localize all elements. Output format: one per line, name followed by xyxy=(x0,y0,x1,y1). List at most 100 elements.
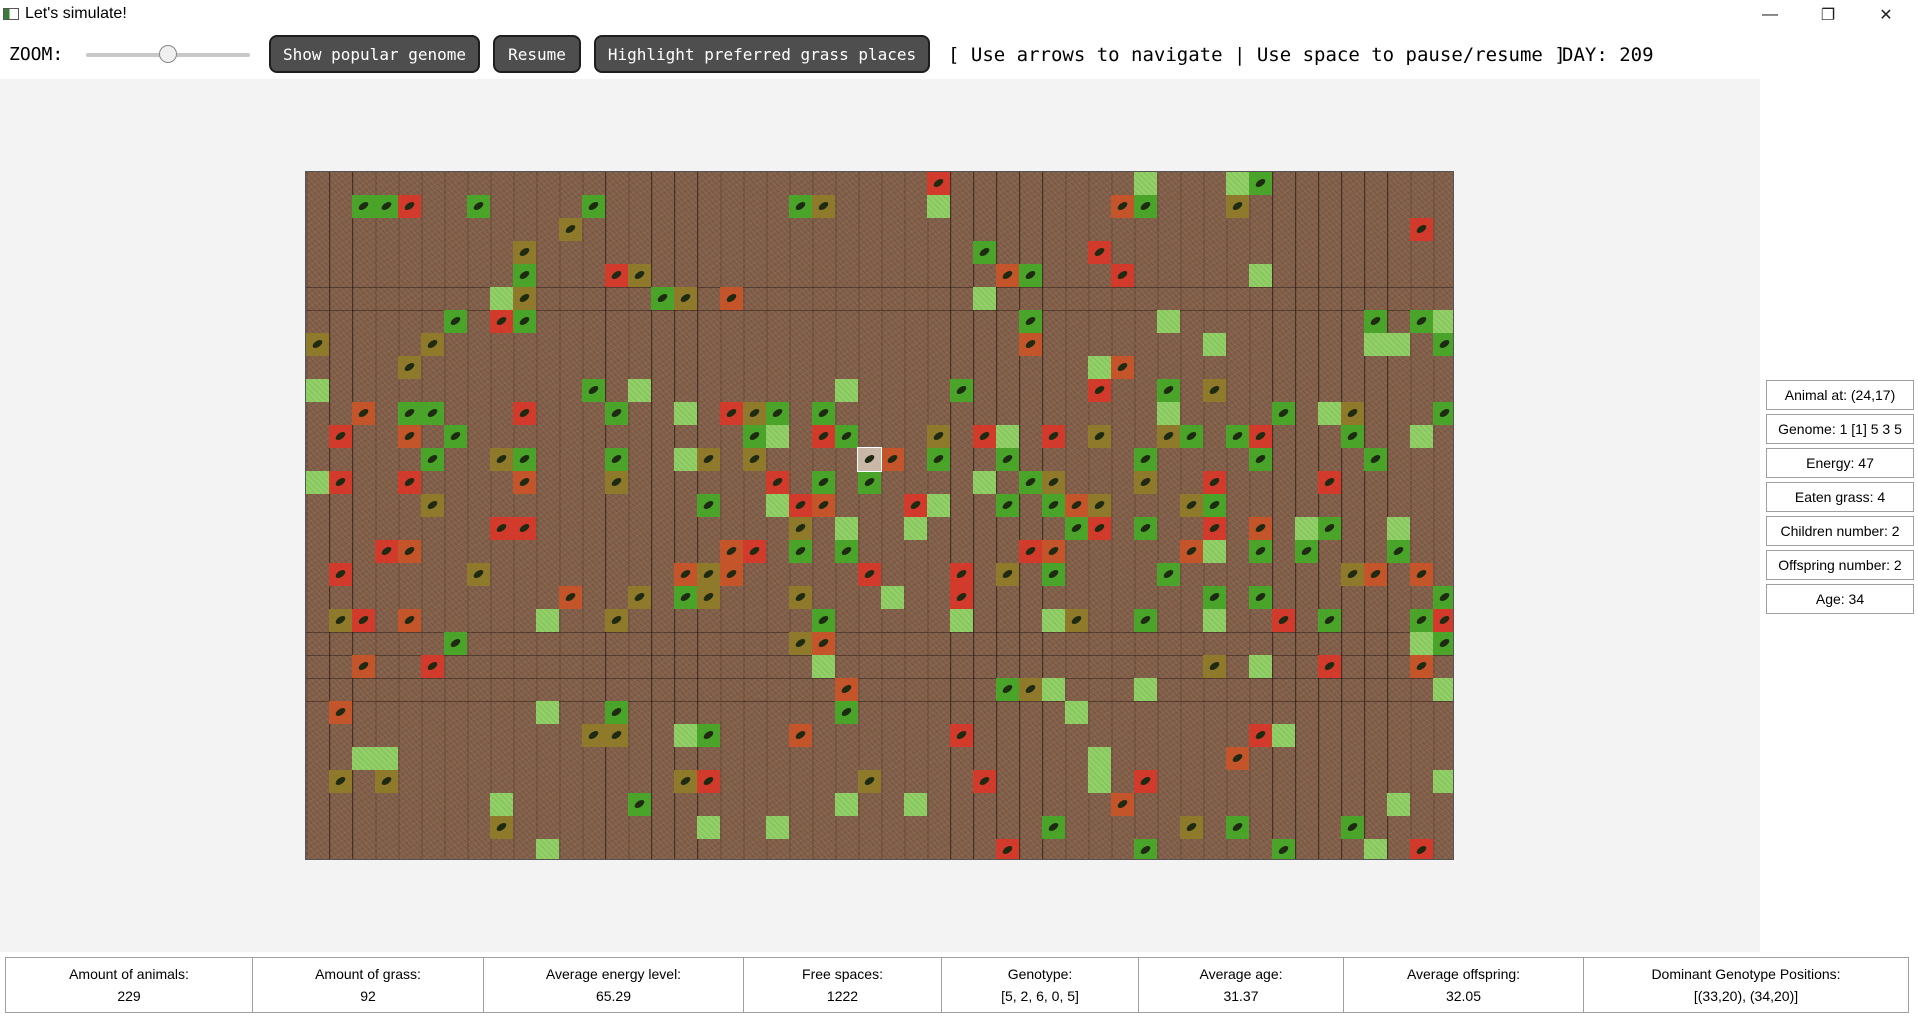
animal-cell[interactable] xyxy=(996,494,1019,517)
animal-cell[interactable] xyxy=(1249,172,1272,195)
animal-cell[interactable] xyxy=(329,609,352,632)
animal-cell[interactable] xyxy=(1203,586,1226,609)
animal-cell[interactable] xyxy=(973,770,996,793)
animal-cell[interactable] xyxy=(743,540,766,563)
zoom-slider[interactable] xyxy=(86,44,250,66)
animal-cell[interactable] xyxy=(1410,655,1433,678)
animal-cell[interactable] xyxy=(697,494,720,517)
animal-cell[interactable] xyxy=(812,494,835,517)
animal-cell[interactable] xyxy=(1272,609,1295,632)
animal-cell[interactable] xyxy=(1272,839,1295,859)
animal-cell[interactable] xyxy=(490,517,513,540)
animal-cell[interactable] xyxy=(1180,494,1203,517)
animal-cell[interactable] xyxy=(1433,402,1453,425)
animal-cell[interactable] xyxy=(789,195,812,218)
simulation-map[interactable] xyxy=(305,171,1454,860)
animal-cell[interactable] xyxy=(835,425,858,448)
zoom-slider-thumb[interactable] xyxy=(159,45,177,63)
animal-cell[interactable] xyxy=(398,356,421,379)
animal-cell[interactable] xyxy=(1272,402,1295,425)
animal-cell[interactable] xyxy=(352,655,375,678)
animal-cell[interactable] xyxy=(973,425,996,448)
animal-cell[interactable] xyxy=(1134,770,1157,793)
animal-cell[interactable] xyxy=(789,632,812,655)
animal-cell[interactable] xyxy=(1341,563,1364,586)
highlight-grass-button[interactable]: Highlight preferred grass places xyxy=(594,35,930,73)
animal-cell[interactable] xyxy=(835,540,858,563)
animal-cell[interactable] xyxy=(513,287,536,310)
animal-cell[interactable] xyxy=(996,264,1019,287)
animal-cell[interactable] xyxy=(513,241,536,264)
animal-cell[interactable] xyxy=(444,425,467,448)
animal-cell[interactable] xyxy=(490,448,513,471)
animal-cell[interactable] xyxy=(1180,816,1203,839)
animal-cell[interactable] xyxy=(421,333,444,356)
animal-cell[interactable] xyxy=(605,471,628,494)
animal-cell[interactable] xyxy=(1387,540,1410,563)
animal-cell[interactable] xyxy=(559,586,582,609)
animal-cell[interactable] xyxy=(950,586,973,609)
animal-cell[interactable] xyxy=(1203,471,1226,494)
animal-cell[interactable] xyxy=(697,724,720,747)
animal-cell[interactable] xyxy=(398,195,421,218)
animal-cell[interactable] xyxy=(996,448,1019,471)
animal-cell[interactable] xyxy=(1203,517,1226,540)
animal-cell[interactable] xyxy=(1157,425,1180,448)
animal-cell[interactable] xyxy=(329,770,352,793)
animal-cell[interactable] xyxy=(766,471,789,494)
animal-cell[interactable] xyxy=(1433,586,1453,609)
animal-cell[interactable] xyxy=(812,609,835,632)
animal-cell[interactable] xyxy=(1065,494,1088,517)
minimize-button[interactable]: — xyxy=(1741,0,1799,29)
animal-cell[interactable] xyxy=(858,563,881,586)
animal-cell[interactable] xyxy=(1019,471,1042,494)
animal-cell[interactable] xyxy=(1226,747,1249,770)
animal-cell[interactable] xyxy=(513,402,536,425)
animal-cell[interactable] xyxy=(1111,793,1134,816)
animal-cell[interactable] xyxy=(1249,425,1272,448)
animal-cell[interactable] xyxy=(1410,609,1433,632)
animal-cell[interactable] xyxy=(375,540,398,563)
animal-cell[interactable] xyxy=(1295,540,1318,563)
animal-cell[interactable] xyxy=(490,816,513,839)
animal-cell[interactable] xyxy=(1249,724,1272,747)
animal-cell[interactable] xyxy=(904,494,927,517)
animal-cell[interactable] xyxy=(950,563,973,586)
animal-cell[interactable] xyxy=(1088,494,1111,517)
animal-cell[interactable] xyxy=(1042,816,1065,839)
animal-cell[interactable] xyxy=(329,471,352,494)
animal-cell[interactable] xyxy=(973,241,996,264)
animal-cell[interactable] xyxy=(697,563,720,586)
animal-cell[interactable] xyxy=(789,517,812,540)
animal-cell[interactable] xyxy=(789,586,812,609)
animal-cell[interactable] xyxy=(1134,471,1157,494)
animal-cell[interactable] xyxy=(306,333,329,356)
animal-cell[interactable] xyxy=(375,770,398,793)
animal-cell[interactable] xyxy=(1341,816,1364,839)
animal-cell[interactable] xyxy=(605,724,628,747)
animal-cell[interactable] xyxy=(1318,517,1341,540)
animal-cell[interactable] xyxy=(1364,563,1387,586)
animal-cell[interactable] xyxy=(674,770,697,793)
animal-cell[interactable] xyxy=(1410,310,1433,333)
animal-cell[interactable] xyxy=(1019,310,1042,333)
animal-cell[interactable] xyxy=(1203,379,1226,402)
close-button[interactable]: ✕ xyxy=(1857,0,1915,29)
animal-cell[interactable] xyxy=(1134,448,1157,471)
animal-cell[interactable] xyxy=(812,402,835,425)
animal-cell[interactable] xyxy=(1088,379,1111,402)
animal-cell[interactable] xyxy=(605,402,628,425)
animal-cell[interactable] xyxy=(1249,517,1272,540)
animal-cell[interactable] xyxy=(927,448,950,471)
animal-cell[interactable] xyxy=(582,379,605,402)
animal-cell[interactable] xyxy=(1226,816,1249,839)
animal-cell[interactable] xyxy=(444,310,467,333)
animal-cell[interactable] xyxy=(674,563,697,586)
animal-cell[interactable] xyxy=(1042,540,1065,563)
animal-cell[interactable] xyxy=(605,448,628,471)
animal-cell[interactable] xyxy=(1410,839,1433,859)
animal-cell[interactable] xyxy=(697,770,720,793)
animal-cell[interactable] xyxy=(1065,609,1088,632)
animal-cell[interactable] xyxy=(467,563,490,586)
animal-cell[interactable] xyxy=(697,586,720,609)
